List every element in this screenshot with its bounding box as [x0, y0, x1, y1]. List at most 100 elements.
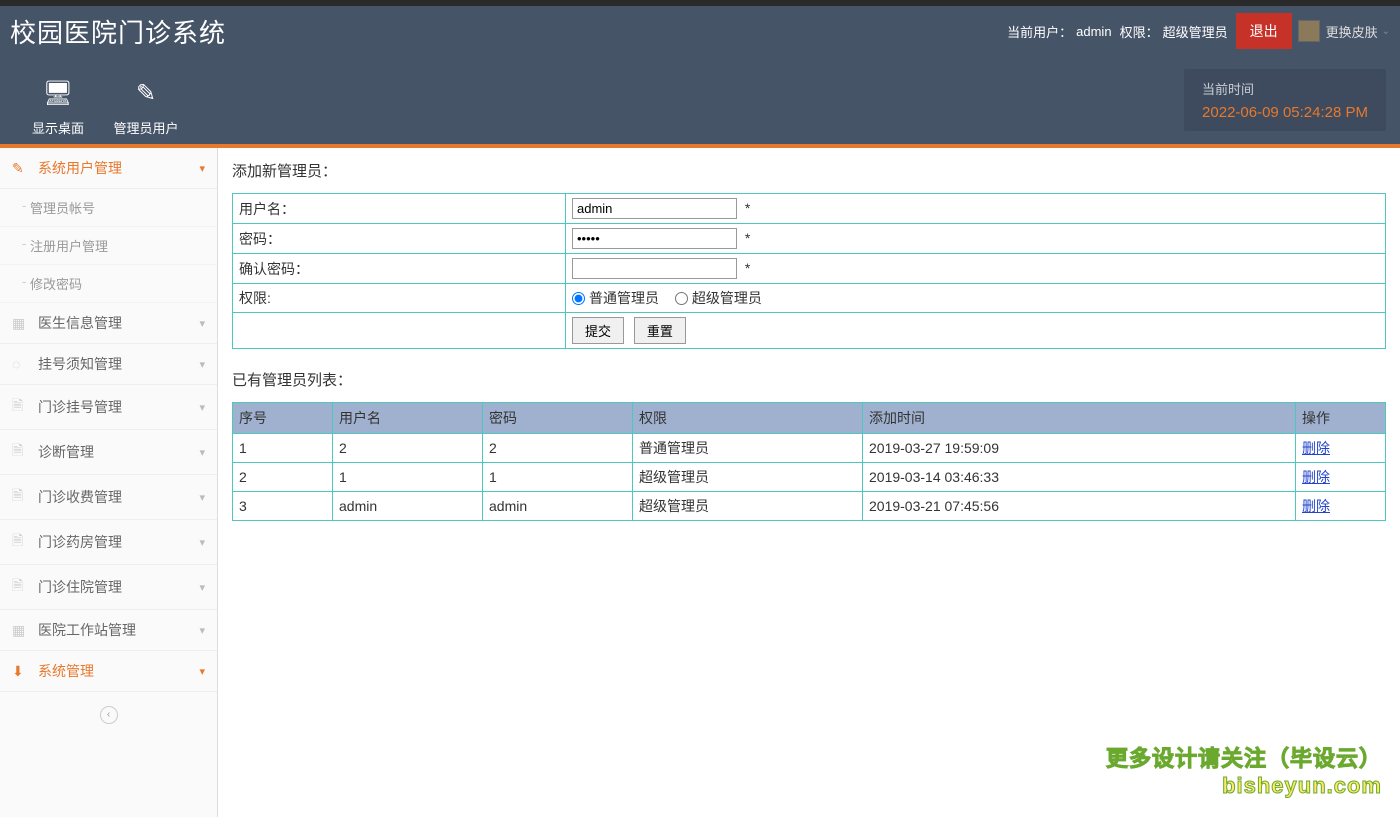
confirm-password-label: 确认密码： [233, 254, 566, 284]
toolbar-admin-user[interactable]: ✎ 管理员用户 [102, 64, 190, 137]
current-user-label: 当前用户： [1007, 22, 1072, 41]
app-title: 校园医院门诊系统 [10, 13, 226, 50]
current-user-value: admin [1076, 24, 1111, 39]
toolbar-items: 🖥 显示桌面 ✎ 管理员用户 [14, 64, 190, 137]
sidebar-item-label: 诊断管理 [38, 442, 94, 462]
table-cell: 超级管理员 [633, 492, 863, 521]
grid-icon: ▦ [12, 622, 32, 639]
th-time: 添加时间 [863, 403, 1296, 434]
skin-icon[interactable] [1298, 20, 1320, 42]
radio-normal-admin-input[interactable] [572, 292, 585, 305]
th-role: 权限 [633, 403, 863, 434]
th-op: 操作 [1296, 403, 1386, 434]
sidebar-collapse-bar: ‹ [0, 692, 217, 736]
chevron-down-icon: ⌄ [1382, 26, 1390, 37]
sidebar-sub-admin-account[interactable]: 管理员帐号 [0, 189, 217, 227]
sidebar-item-label: 挂号须知管理 [38, 354, 122, 374]
table-cell-op: 删除 [1296, 463, 1386, 492]
chevron-down-icon: ▾ [199, 581, 205, 594]
reset-button[interactable]: 重置 [634, 317, 686, 344]
role-value: 超级管理员 [1163, 22, 1228, 41]
toolbar-show-desktop[interactable]: 🖥 显示桌面 [14, 64, 102, 137]
table-cell: 2 [333, 434, 483, 463]
submit-button[interactable]: 提交 [572, 317, 624, 344]
table-row: 122普通管理员2019-03-27 19:59:09删除 [233, 434, 1386, 463]
sidebar-item-doctor-info[interactable]: ▦ 医生信息管理 ▾ [0, 303, 217, 344]
sidebar-item-register-notice[interactable]: ◌ 挂号须知管理 ▾ [0, 344, 217, 385]
sidebar-item-label: 门诊药房管理 [38, 532, 122, 552]
radio-label: 普通管理员 [589, 288, 659, 308]
chevron-down-icon: ▾ [199, 401, 205, 414]
chevron-down-icon: ▾ [199, 536, 205, 549]
table-cell: 2019-03-27 19:59:09 [863, 434, 1296, 463]
chevron-down-icon: ▾ [199, 317, 205, 330]
password-label: 密码： [233, 224, 566, 254]
sidebar-item-system-manage[interactable]: ⬇ 系统管理 ▾ [0, 651, 217, 692]
username-label: 用户名： [233, 194, 566, 224]
form-empty-cell [233, 313, 566, 349]
table-cell: admin [333, 492, 483, 521]
monitor-icon: 🖥 [14, 78, 102, 110]
password-input[interactable] [572, 228, 737, 249]
sidebar-item-label: 门诊住院管理 [38, 577, 122, 597]
table-cell: admin [483, 492, 633, 521]
table-cell-op: 删除 [1296, 434, 1386, 463]
admin-list-table: 序号 用户名 密码 权限 添加时间 操作 122普通管理员2019-03-27 … [232, 402, 1386, 521]
sidebar-item-outpatient-pharmacy[interactable]: 🗎 门诊药房管理 ▾ [0, 520, 217, 565]
username-input[interactable] [572, 198, 737, 219]
th-user: 用户名 [333, 403, 483, 434]
chevron-down-icon: ▾ [199, 624, 205, 637]
sidebar-item-workstation[interactable]: ▦ 医院工作站管理 ▾ [0, 610, 217, 651]
sidebar-item-diagnosis[interactable]: 🗎 诊断管理 ▾ [0, 430, 217, 475]
toolbar-label: 管理员用户 [102, 118, 190, 137]
document-icon: 🗎 [12, 440, 32, 464]
delete-link[interactable]: 删除 [1302, 440, 1330, 456]
required-mark: * [745, 200, 750, 216]
document-icon: 🗎 [12, 575, 32, 599]
pencil-icon: ✎ [12, 160, 32, 177]
th-seq: 序号 [233, 403, 333, 434]
table-cell: 2019-03-14 03:46:33 [863, 463, 1296, 492]
time-value: 2022-06-09 05:24:28 PM [1202, 104, 1368, 121]
box-icon: ⬇ [12, 663, 32, 680]
radio-normal-admin[interactable]: 普通管理员 [572, 288, 659, 308]
sidebar-item-label: 门诊收费管理 [38, 487, 122, 507]
confirm-password-input[interactable] [572, 258, 737, 279]
chevron-down-icon: ▾ [199, 665, 205, 678]
table-row: 3adminadmin超级管理员2019-03-21 07:45:56删除 [233, 492, 1386, 521]
chevron-down-icon: ▾ [199, 358, 205, 371]
collapse-button[interactable]: ‹ [100, 706, 118, 724]
table-cell: 3 [233, 492, 333, 521]
main: ✎ 系统用户管理 ▾ 管理员帐号 注册用户管理 修改密码 ▦ 医生信息管理 ▾ … [0, 148, 1400, 817]
chevron-down-icon: ▾ [199, 446, 205, 459]
sidebar-sub-register-user[interactable]: 注册用户管理 [0, 227, 217, 265]
form-section-title: 添加新管理员： [232, 160, 1386, 181]
content: 添加新管理员： 用户名： * 密码： * 确认密码： * [218, 148, 1400, 817]
sidebar-item-outpatient-fee[interactable]: 🗎 门诊收费管理 ▾ [0, 475, 217, 520]
sidebar-item-label: 系统用户管理 [38, 158, 122, 178]
sidebar-item-outpatient-hospital[interactable]: 🗎 门诊住院管理 ▾ [0, 565, 217, 610]
skin-button[interactable]: 更换皮肤 [1326, 22, 1378, 41]
circle-icon: ◌ [12, 356, 32, 372]
radio-super-admin-input[interactable] [675, 292, 688, 305]
sidebar-sub-change-password[interactable]: 修改密码 [0, 265, 217, 303]
list-section-title: 已有管理员列表： [232, 369, 1386, 390]
table-cell: 超级管理员 [633, 463, 863, 492]
toolbar-label: 显示桌面 [14, 118, 102, 137]
radio-label: 超级管理员 [692, 288, 762, 308]
sidebar-item-label: 系统管理 [38, 661, 94, 681]
table-cell: 1 [483, 463, 633, 492]
delete-link[interactable]: 删除 [1302, 498, 1330, 514]
grid-icon: ▦ [12, 315, 32, 332]
chevron-down-icon: ▾ [199, 162, 205, 175]
header-right: 当前用户： admin 权限： 超级管理员 退出 更换皮肤 ⌄ [1005, 13, 1392, 49]
radio-super-admin[interactable]: 超级管理员 [675, 288, 762, 308]
delete-link[interactable]: 删除 [1302, 469, 1330, 485]
th-pwd: 密码 [483, 403, 633, 434]
sidebar-item-outpatient-register[interactable]: 🗎 门诊挂号管理 ▾ [0, 385, 217, 430]
role-label: 权限： [1120, 22, 1159, 41]
logout-button[interactable]: 退出 [1236, 13, 1292, 49]
admin-form-table: 用户名： * 密码： * 确认密码： * [232, 193, 1386, 349]
sidebar-item-label: 医院工作站管理 [38, 620, 136, 640]
sidebar-item-system-user[interactable]: ✎ 系统用户管理 ▾ [0, 148, 217, 189]
